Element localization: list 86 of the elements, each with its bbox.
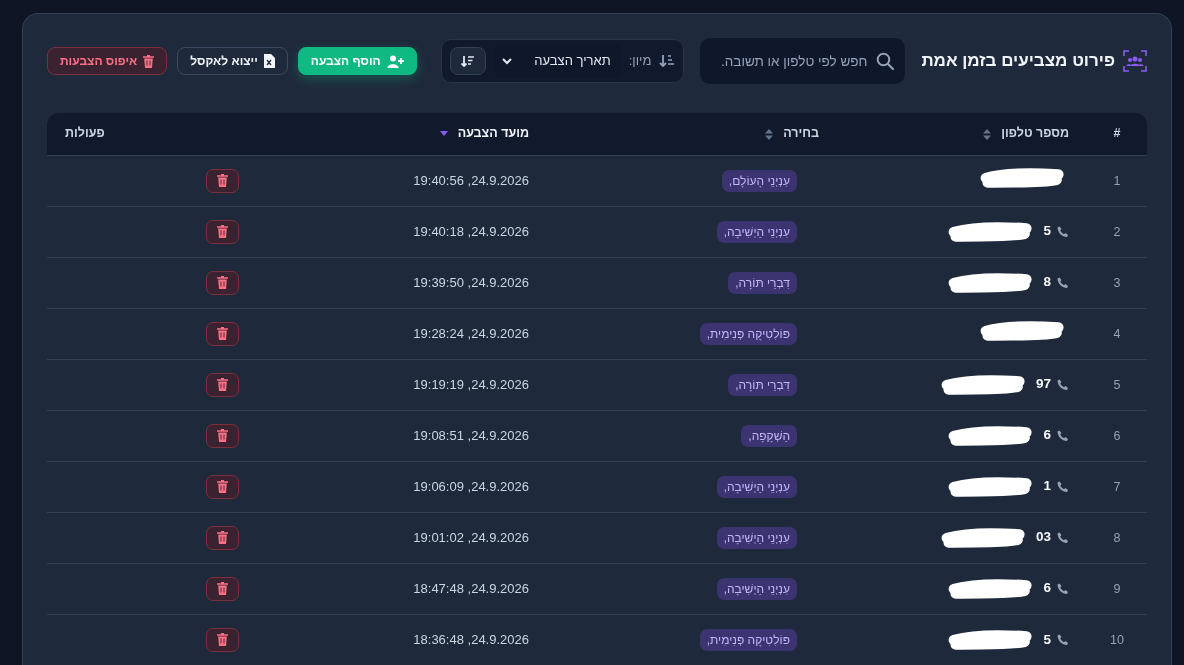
phone-number: 6 bbox=[1043, 579, 1051, 598]
search-icon bbox=[876, 52, 895, 70]
vote-time: 24.9.2026, 19:40:56 bbox=[413, 172, 529, 188]
vote-time: 24.9.2026, 18:36:48 bbox=[413, 632, 529, 647]
page-title: פירוט מצביעים בזמן אמת bbox=[921, 50, 1115, 73]
phone-icon bbox=[1057, 633, 1069, 646]
phone-number: 5 bbox=[1043, 222, 1051, 241]
sort-label: מיון: bbox=[628, 52, 652, 71]
choice-tag: דִּבְרֵי תּוֹרָה, bbox=[728, 271, 797, 294]
delete-button[interactable] bbox=[206, 219, 239, 244]
trash-icon bbox=[217, 429, 228, 442]
trash-icon bbox=[217, 582, 228, 595]
choice-tag: עִנְיְנֵי הַיְשִׁיבָה, bbox=[716, 577, 797, 600]
delete-button[interactable] bbox=[206, 525, 239, 550]
row-number: 4 bbox=[1113, 326, 1121, 341]
column-header: פעולות bbox=[65, 126, 105, 141]
sort-direction-button[interactable] bbox=[450, 47, 487, 75]
vote-time: 24.9.2026, 19:01:02 bbox=[413, 529, 529, 545]
choice-tag: עִנְיְנֵי הַיְשִׁיבָה, bbox=[716, 220, 797, 243]
choice-tag: דִּבְרֵי תּוֹרָה, bbox=[728, 373, 797, 396]
column-header: # bbox=[1113, 126, 1121, 141]
vote-time: 24.9.2026, 19:19:19 bbox=[413, 376, 529, 392]
row-number: 7 bbox=[1113, 479, 1121, 494]
phone-number: 6 bbox=[1043, 426, 1051, 445]
phone-icon bbox=[1057, 276, 1069, 289]
row-number: 1 bbox=[1113, 173, 1121, 188]
trash-icon bbox=[143, 54, 155, 68]
delete-button[interactable] bbox=[206, 423, 239, 448]
vote-time: 24.9.2026, 19:40:18 bbox=[413, 223, 529, 239]
row-number: 6 bbox=[1113, 428, 1121, 443]
trash-icon bbox=[217, 276, 228, 289]
phone-number: 03 bbox=[1035, 528, 1051, 547]
phone-number: 1 bbox=[1043, 477, 1051, 496]
trash-icon bbox=[217, 327, 228, 340]
phone-number: 97 bbox=[1035, 375, 1051, 394]
delete-button[interactable] bbox=[206, 576, 239, 601]
trash-icon bbox=[217, 378, 228, 391]
export-button[interactable]: ייצוא לאקסל bbox=[177, 47, 288, 75]
search-field[interactable]: חפש לפי טלפון או תשובה. bbox=[700, 38, 906, 84]
row-number: 9 bbox=[1113, 581, 1121, 596]
row-number: 5 bbox=[1113, 377, 1121, 392]
delete-button[interactable] bbox=[206, 627, 239, 652]
sort-select[interactable]: תאריך הצבעה bbox=[494, 44, 621, 78]
vote-time: 24.9.2026, 19:28:24 bbox=[413, 325, 529, 341]
phone-icon bbox=[1057, 480, 1069, 493]
choice-tag: פּוֹלִטִיקָה פְּנִימִית, bbox=[699, 629, 797, 651]
excel-file-icon bbox=[263, 54, 275, 68]
phone-icon bbox=[1057, 531, 1069, 544]
trash-icon bbox=[217, 633, 228, 647]
choice-tag: עִנְיְנֵי הַיְשִׁיבָה, bbox=[716, 526, 797, 549]
choice-tag: עִנְיְנֵי הַיְשִׁיבָה, bbox=[716, 475, 797, 498]
delete-button[interactable] bbox=[206, 168, 239, 193]
phone-icon bbox=[1057, 582, 1069, 595]
phone-number: 8 bbox=[1043, 273, 1051, 292]
vote-time: 24.9.2026, 19:39:50 bbox=[413, 274, 529, 290]
choice-tag: פּוֹלִטִיקָה פְּנִימִית, bbox=[699, 322, 797, 345]
vote-time: 24.9.2026, 19:08:51 bbox=[413, 427, 529, 443]
choice-tag: הַשְׁקָפָה, bbox=[741, 424, 797, 447]
vote-time: 24.9.2026, 19:06:09 bbox=[413, 478, 529, 494]
trash-icon bbox=[217, 531, 228, 544]
trash-icon bbox=[217, 225, 228, 238]
delete-button[interactable] bbox=[206, 270, 239, 295]
person-plus-icon bbox=[386, 54, 404, 68]
delete-button[interactable] bbox=[206, 372, 239, 397]
phone-icon bbox=[1057, 429, 1069, 442]
phone-icon bbox=[1057, 378, 1069, 391]
delete-button[interactable] bbox=[206, 321, 239, 346]
row-number: 10 bbox=[1110, 632, 1124, 647]
phone-icon bbox=[1057, 225, 1069, 238]
sort-icon bbox=[659, 54, 676, 68]
column-header[interactable]: מועד הצבעה bbox=[457, 126, 529, 141]
reset-button[interactable]: איפוס הצבעות bbox=[47, 47, 168, 75]
row-number: 2 bbox=[1113, 224, 1121, 239]
delete-button[interactable] bbox=[206, 474, 239, 499]
users-icon bbox=[1123, 50, 1147, 72]
trash-icon bbox=[217, 174, 228, 187]
column-header[interactable]: בחירה bbox=[783, 126, 819, 141]
vote-time: 24.9.2026, 18:47:48 bbox=[413, 580, 529, 596]
sort-descending-icon bbox=[461, 54, 476, 68]
row-number: 3 bbox=[1113, 275, 1121, 290]
phone-number: 5 bbox=[1043, 630, 1051, 649]
chevron-down-icon bbox=[502, 57, 513, 65]
choice-tag: עִנְיְנֵי הָעוֹלָם, bbox=[721, 169, 797, 192]
column-header[interactable]: מספר טלפון bbox=[1001, 126, 1069, 141]
row-number: 8 bbox=[1113, 530, 1121, 545]
trash-icon bbox=[217, 480, 228, 493]
